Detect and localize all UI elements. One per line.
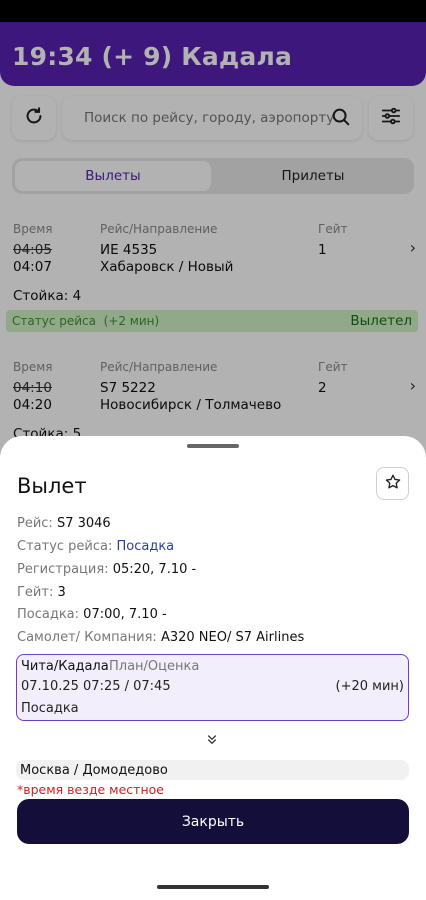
info-aircraft: Самолет/ Компания: A320 NEO/ S7 Airlines — [17, 630, 305, 645]
route-stage: Посадка — [21, 701, 79, 716]
favorite-button[interactable] — [376, 467, 409, 500]
route-delay: (+20 мин) — [335, 679, 404, 694]
flight-details-sheet: Вылет Рейс: S7 3046 Статус рейса: Посадк… — [0, 436, 426, 900]
route-times: 07.10.25 07:25 / 07:45 — [21, 679, 171, 694]
status-link[interactable]: Посадка — [117, 539, 175, 554]
route-destination: Москва / Домодедово — [20, 763, 168, 778]
home-indicator[interactable] — [157, 885, 269, 889]
info-status: Статус рейса: Посадка — [17, 539, 175, 554]
sheet-grabber[interactable] — [187, 444, 239, 448]
info-boarding: Посадка: 07:00, 7.10 - — [17, 607, 167, 622]
info-flight: Рейс: S7 3046 — [17, 516, 111, 531]
local-time-note: *время везде местное — [17, 782, 164, 797]
route-destination-row[interactable]: Москва / Домодедово — [16, 760, 409, 780]
close-button[interactable]: Закрыть — [17, 799, 409, 844]
star-icon — [384, 473, 402, 495]
info-gate: Гейт: 3 — [17, 585, 66, 600]
route-origin-card[interactable]: Чита/Кадала План/Оценка 07.10.25 07:25 /… — [16, 654, 409, 721]
route-plan-label: План/Оценка — [109, 659, 200, 674]
route-origin: Чита/Кадала — [21, 659, 109, 674]
info-checkin: Регистрация: 05:20, 7.10 - — [17, 562, 197, 577]
chevrons-down-icon[interactable] — [204, 732, 220, 752]
sheet-title: Вылет — [17, 474, 87, 498]
